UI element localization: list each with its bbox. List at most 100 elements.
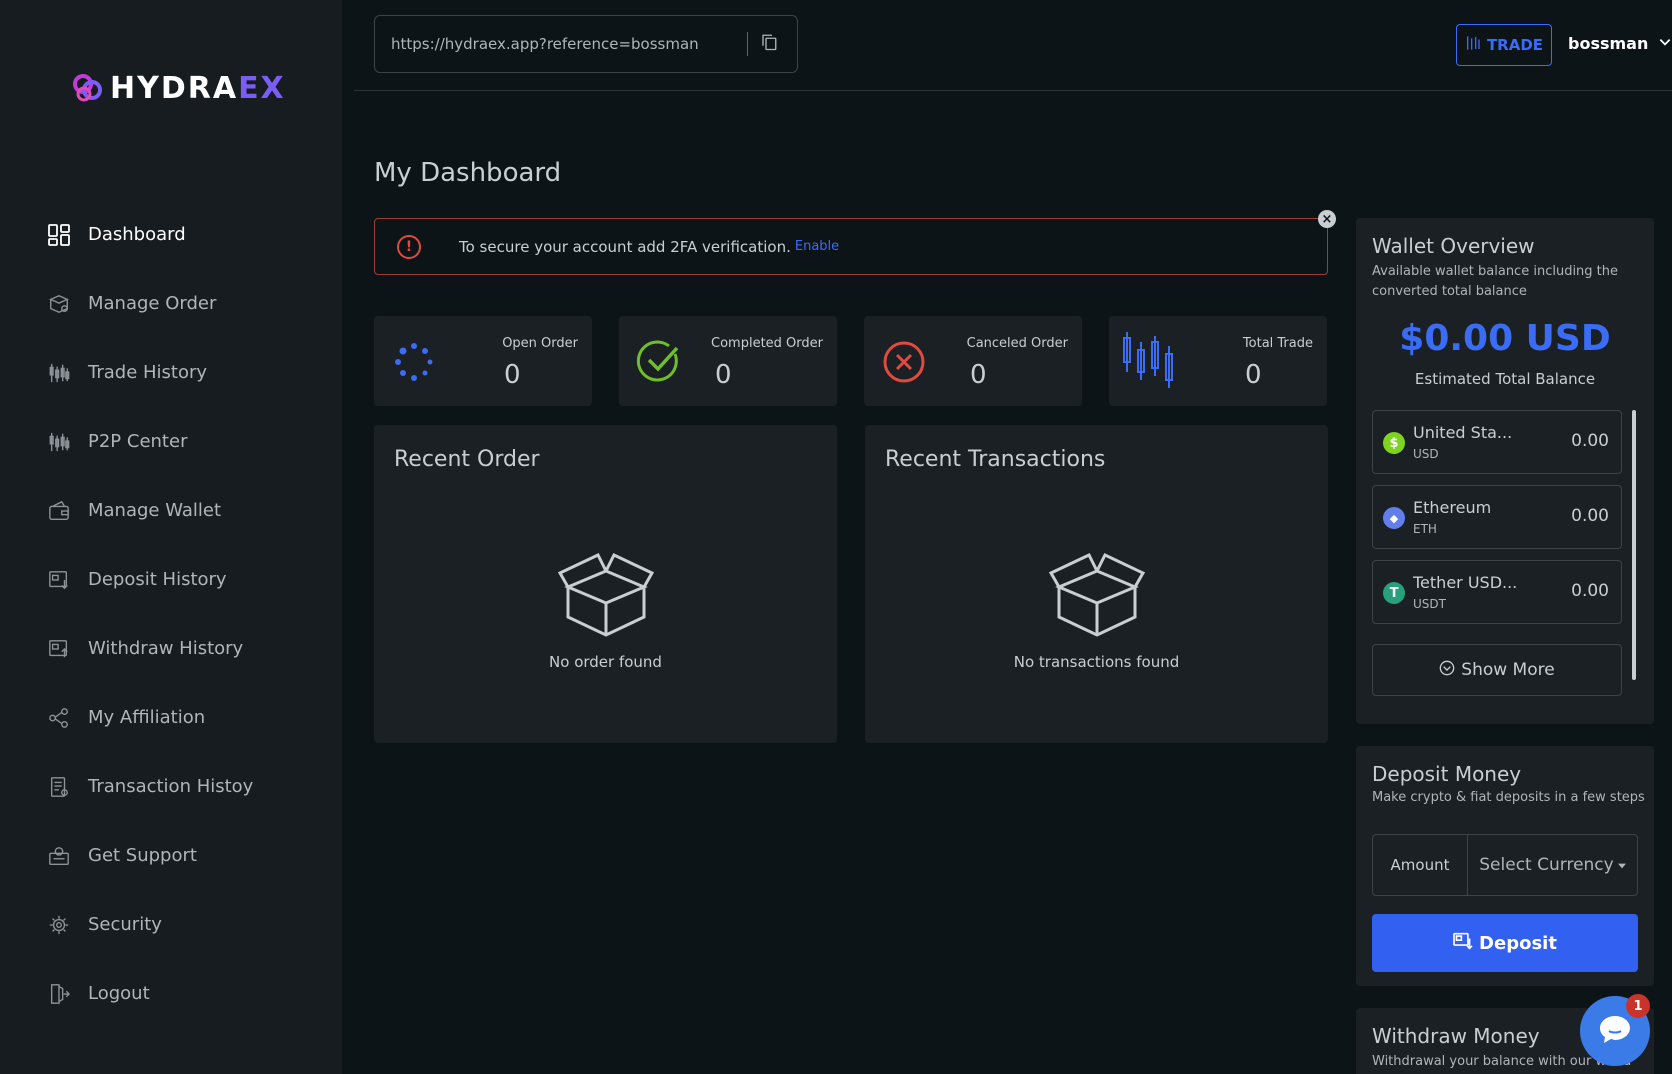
sidebar-item-label: Get Support <box>88 845 197 866</box>
amount-input[interactable]: Amount <box>1372 834 1468 896</box>
stat-label: Total Trade <box>1242 336 1313 351</box>
sidebar-item-label: Trade History <box>88 362 208 383</box>
notification-badge: 1 <box>1626 994 1650 1018</box>
stat-value: 0 <box>715 360 732 390</box>
referral-link-box[interactable]: https://hydraex.app?reference=bossman <box>374 15 798 73</box>
stat-label: Completed Order <box>711 336 823 351</box>
candlestick-icon <box>1123 332 1173 388</box>
wallet-icon <box>46 498 72 524</box>
check-circle-icon <box>636 340 679 382</box>
sidebar-item-label: Withdraw History <box>88 638 244 659</box>
asset-name: United Sta... <box>1413 423 1513 442</box>
referral-url: https://hydraex.app?reference=bossman <box>391 35 699 53</box>
deposit-icon <box>1453 932 1473 955</box>
card-title: Withdraw Money <box>1372 1024 1540 1048</box>
currency-select-label: Select Currency <box>1479 855 1614 875</box>
sidebar: HYDRAEX Dashboard Manage Order Trade His… <box>0 0 342 1074</box>
candlestick-icon <box>46 360 72 386</box>
stat-total-trade: Total Trade 0 <box>1109 316 1327 406</box>
deposit-money-card: Deposit Money Make crypto & fiat deposit… <box>1356 746 1654 986</box>
close-icon[interactable]: × <box>1318 210 1336 228</box>
withdraw-icon <box>46 636 72 662</box>
show-more-label: Show More <box>1461 660 1555 680</box>
sidebar-item-label: Deposit History <box>88 569 227 590</box>
recent-transactions-panel: Recent Transactions No transactions foun… <box>865 425 1328 743</box>
stat-value: 0 <box>970 360 987 390</box>
trade-button-label: TRADE <box>1486 36 1544 54</box>
chevron-down-icon <box>1658 34 1672 53</box>
sidebar-item-deposit-history[interactable]: Deposit History <box>46 545 336 614</box>
asset-row-usdt[interactable]: T Tether USD... USDT 0.00 <box>1372 560 1622 624</box>
sidebar-item-trade-history[interactable]: Trade History <box>46 338 336 407</box>
sidebar-item-transaction-history[interactable]: Transaction Histoy <box>46 752 336 821</box>
2fa-alert: ! To secure your account add 2FA verific… <box>374 210 1336 275</box>
sidebar-item-label: Transaction Histoy <box>88 776 254 797</box>
panel-title: Recent Transactions <box>885 447 1106 472</box>
dollar-icon: $ <box>1383 432 1405 454</box>
caret-down-icon <box>1617 855 1626 875</box>
asset-symbol: ETH <box>1413 522 1437 536</box>
chevron-circle-icon <box>1439 660 1455 681</box>
logout-icon <box>46 981 72 1007</box>
user-menu[interactable]: bossman <box>1568 34 1672 53</box>
page-title: My Dashboard <box>374 158 562 188</box>
asset-row-eth[interactable]: ◆ Ethereum ETH 0.00 <box>1372 485 1622 549</box>
sidebar-item-get-support[interactable]: Get Support <box>46 821 336 890</box>
empty-state: No transactions found <box>865 551 1328 671</box>
ethereum-icon: ◆ <box>1383 507 1405 529</box>
deposit-button[interactable]: Deposit <box>1372 914 1638 972</box>
deposit-button-label: Deposit <box>1479 932 1557 954</box>
sidebar-nav: Dashboard Manage Order Trade History P2P… <box>46 200 336 1028</box>
sidebar-item-manage-order[interactable]: Manage Order <box>46 269 336 338</box>
trade-button[interactable]: TRADE <box>1456 24 1552 66</box>
stat-label: Open Order <box>502 336 578 351</box>
sidebar-item-label: Dashboard <box>88 224 186 245</box>
sidebar-item-manage-wallet[interactable]: Manage Wallet <box>46 476 336 545</box>
chat-bubble-icon <box>1598 1013 1632 1049</box>
brand-logo[interactable]: HYDRAEX <box>70 70 286 106</box>
sidebar-item-withdraw-history[interactable]: Withdraw History <box>46 614 336 683</box>
sidebar-item-security[interactable]: Security <box>46 890 336 959</box>
sidebar-item-label: My Affiliation <box>88 707 206 728</box>
wallet-scrollbar[interactable] <box>1632 410 1636 680</box>
logo-wordmark: HYDRAEX <box>110 70 286 106</box>
enable-2fa-link[interactable]: Enable <box>795 239 839 254</box>
sidebar-item-logout[interactable]: Logout <box>46 959 336 1028</box>
copy-icon[interactable] <box>760 33 778 55</box>
asset-balance: 0.00 <box>1571 431 1609 451</box>
card-subtitle: Available wallet balance including the <box>1372 264 1619 279</box>
stat-label: Canceled Order <box>966 336 1068 351</box>
sidebar-item-p2p-center[interactable]: P2P Center <box>46 407 336 476</box>
currency-select[interactable]: Select Currency <box>1467 834 1638 896</box>
sidebar-item-my-affiliation[interactable]: My Affiliation <box>46 683 336 752</box>
stat-open-order: Open Order 0 <box>374 316 592 406</box>
document-icon <box>46 774 72 800</box>
wallet-overview-card: Wallet Overview Available wallet balance… <box>1356 218 1654 724</box>
asset-symbol: USDT <box>1413 597 1446 611</box>
stat-value: 0 <box>1245 360 1262 390</box>
candlestick-icon <box>46 429 72 455</box>
total-balance-label: Estimated Total Balance <box>1414 370 1596 388</box>
recent-order-panel: Recent Order No order found <box>374 425 837 743</box>
card-subtitle: Make crypto & fiat deposits in a few ste… <box>1372 790 1645 805</box>
share-icon <box>46 705 72 731</box>
alert-icon: ! <box>397 234 421 259</box>
box-icon <box>46 291 72 317</box>
show-more-button[interactable]: Show More <box>1372 644 1622 696</box>
asset-name: Ethereum <box>1413 498 1492 517</box>
support-icon <box>46 843 72 869</box>
sidebar-item-label: Security <box>88 914 162 935</box>
sidebar-item-label: Manage Order <box>88 293 217 314</box>
sidebar-item-label: P2P Center <box>88 431 188 452</box>
stat-value: 0 <box>504 360 521 390</box>
panel-title: Recent Order <box>394 447 540 472</box>
sidebar-item-dashboard[interactable]: Dashboard <box>46 200 336 269</box>
asset-row-usd[interactable]: $ United Sta... USD 0.00 <box>1372 410 1622 474</box>
x-circle-icon <box>883 341 925 383</box>
asset-symbol: USD <box>1413 447 1439 461</box>
tether-icon: T <box>1383 582 1405 604</box>
sidebar-item-label: Logout <box>88 983 150 1004</box>
dashboard-icon <box>46 222 72 248</box>
total-balance: $0.00 USD <box>1399 318 1611 359</box>
asset-balance: 0.00 <box>1571 506 1609 526</box>
